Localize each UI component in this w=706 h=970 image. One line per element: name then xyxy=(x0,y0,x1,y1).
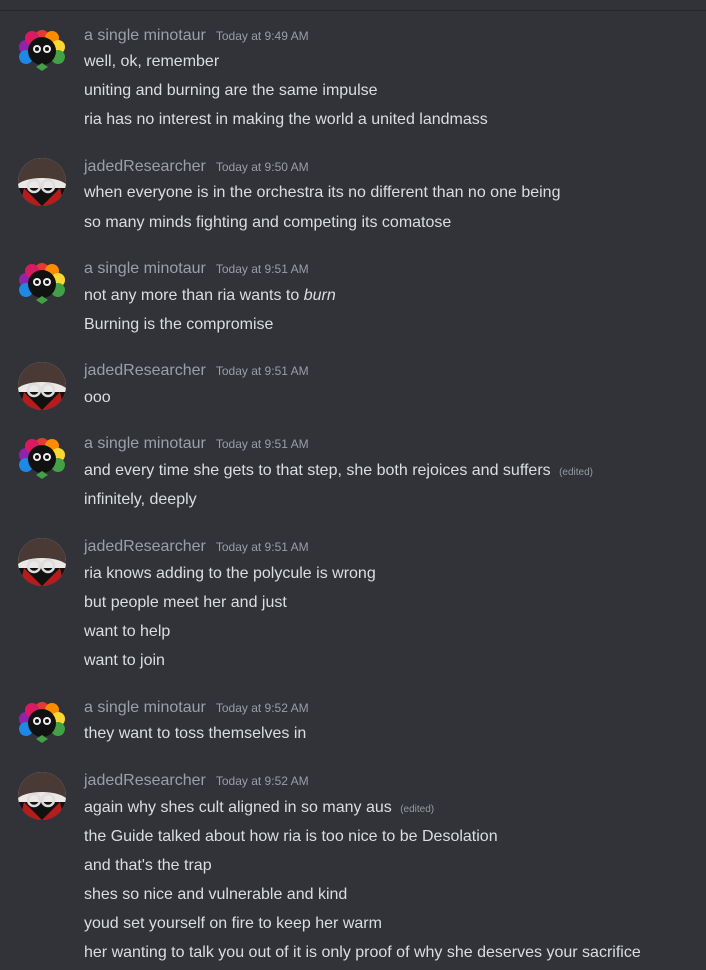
dark-glasses-avatar-icon xyxy=(18,538,66,586)
author-name[interactable]: a single minotaur xyxy=(84,435,206,453)
message-line: not any more than ria wants to burn xyxy=(84,285,336,307)
message-text: not any more than ria wants to xyxy=(84,287,300,304)
message-line: ooo xyxy=(84,389,111,406)
message-line: Burning is the compromise xyxy=(84,316,274,333)
message-line: the Guide talked about how ria is too ni… xyxy=(84,828,498,845)
avatar[interactable] xyxy=(18,362,66,410)
timestamp[interactable]: Today at 9:52 AM xyxy=(216,774,309,788)
message-header: jadedResearcher Today at 9:51 AM xyxy=(84,538,309,560)
rainbow-clown-avatar-icon xyxy=(18,699,66,747)
message-line: ria has no interest in making the world … xyxy=(84,111,488,128)
dark-glasses-avatar-icon xyxy=(18,158,66,206)
author-name[interactable]: a single minotaur xyxy=(84,260,206,278)
top-divider xyxy=(0,0,706,11)
timestamp[interactable]: Today at 9:51 AM xyxy=(216,437,309,451)
avatar[interactable] xyxy=(18,260,66,308)
avatar[interactable] xyxy=(18,158,66,206)
message-line: want to help xyxy=(84,623,171,640)
message-line: her wanting to talk you out of it is onl… xyxy=(84,944,641,961)
message-header: a single minotaur Today at 9:51 AM xyxy=(84,435,309,457)
timestamp[interactable]: Today at 9:49 AM xyxy=(216,29,309,43)
message-line: well, ok, remember xyxy=(84,53,220,70)
message-header: jadedResearcher Today at 9:51 AM xyxy=(84,362,309,384)
timestamp[interactable]: Today at 9:52 AM xyxy=(216,701,309,715)
dark-glasses-avatar-icon xyxy=(18,772,66,820)
message-line: but people meet her and just xyxy=(84,594,287,611)
author-name[interactable]: a single minotaur xyxy=(84,27,206,45)
author-name[interactable]: a single minotaur xyxy=(84,699,206,717)
message-header: a single minotaur Today at 9:51 AM xyxy=(84,260,309,282)
message-text: and every time she gets to that step, sh… xyxy=(84,462,551,479)
message-line: infinitely, deeply xyxy=(84,491,197,508)
author-name[interactable]: jadedResearcher xyxy=(84,538,206,556)
edited-label: (edited) xyxy=(559,467,593,478)
message-line: ria knows adding to the polycule is wron… xyxy=(84,565,376,582)
italic-text: burn xyxy=(303,287,336,304)
message-line: shes so nice and vulnerable and kind xyxy=(84,886,348,903)
message-line: and every time she gets to that step, sh… xyxy=(84,460,593,484)
message-line: when everyone is in the orchestra its no… xyxy=(84,184,561,201)
message-line: again why shes cult aligned in so many a… xyxy=(84,797,434,821)
author-name[interactable]: jadedResearcher xyxy=(84,362,206,380)
message-line: want to join xyxy=(84,652,165,669)
avatar[interactable] xyxy=(18,699,66,747)
timestamp[interactable]: Today at 9:50 AM xyxy=(216,160,309,174)
message-line: they want to toss themselves in xyxy=(84,725,307,742)
edited-label: (edited) xyxy=(400,804,435,815)
avatar[interactable] xyxy=(18,538,66,586)
timestamp[interactable]: Today at 9:51 AM xyxy=(216,262,309,276)
dark-glasses-avatar-icon xyxy=(18,362,66,410)
message-header: a single minotaur Today at 9:49 AM xyxy=(84,27,309,49)
message-header: a single minotaur Today at 9:52 AM xyxy=(84,699,309,721)
avatar[interactable] xyxy=(18,27,66,75)
message-line: so many minds fighting and competing its… xyxy=(84,214,452,231)
message-header: jadedResearcher Today at 9:50 AM xyxy=(84,158,309,180)
avatar[interactable] xyxy=(18,772,66,820)
message-line: youd set yourself on fire to keep her wa… xyxy=(84,915,382,932)
rainbow-clown-avatar-icon xyxy=(18,27,66,75)
timestamp[interactable]: Today at 9:51 AM xyxy=(216,364,309,378)
rainbow-clown-avatar-icon xyxy=(18,260,66,308)
rainbow-clown-avatar-icon xyxy=(18,435,66,483)
message-header: jadedResearcher Today at 9:52 AM xyxy=(84,772,309,794)
message-line: uniting and burning are the same impulse xyxy=(84,82,378,99)
avatar[interactable] xyxy=(18,435,66,483)
message-text: again why shes cult aligned in so many a… xyxy=(84,799,392,816)
author-name[interactable]: jadedResearcher xyxy=(84,158,206,176)
author-name[interactable]: jadedResearcher xyxy=(84,772,206,790)
message-line: and that's the trap xyxy=(84,857,212,874)
timestamp[interactable]: Today at 9:51 AM xyxy=(216,540,309,554)
